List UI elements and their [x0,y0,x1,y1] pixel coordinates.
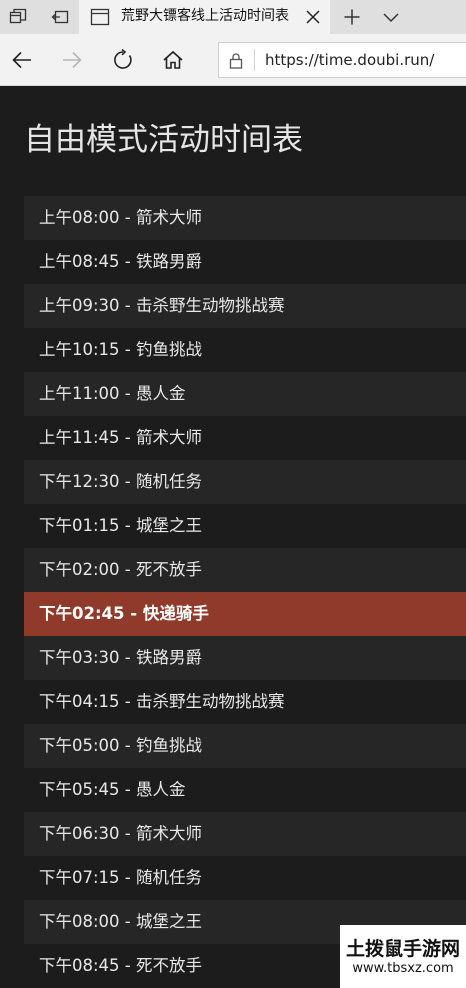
tab-bar: 荒野大镖客线上活动时间表 [0,0,466,34]
schedule-item: 下午05:45 - 愚人金 [24,768,466,812]
schedule-item: 上午08:00 - 箭术大师 [24,196,466,240]
schedule-item: 上午10:15 - 钓鱼挑战 [24,328,466,372]
schedule-item: 下午07:15 - 随机任务 [24,856,466,900]
back-arrow-icon[interactable] [4,42,40,78]
page-icon [90,7,110,31]
set-aside-tabs-icon[interactable] [42,0,78,34]
plus-icon[interactable] [334,0,370,34]
tab-actions-icon[interactable] [0,0,36,34]
chevron-down-icon[interactable] [373,0,409,34]
schedule-item: 下午02:00 - 死不放手 [24,548,466,592]
page-content: 自由模式活动时间表 上午08:00 - 箭术大师 上午08:45 - 铁路男爵 上午… [0,86,466,988]
address-bar[interactable]: https://time.doubi.run/ [218,42,466,78]
schedule-item: 下午03:30 - 铁路男爵 [24,636,466,680]
forward-arrow-icon[interactable] [54,42,90,78]
schedule-list: 上午08:00 - 箭术大师 上午08:45 - 铁路男爵 上午09:30 - 击杀… [24,196,466,988]
schedule-item: 上午11:45 - 箭术大师 [24,416,466,460]
address-divider [254,49,255,71]
schedule-item: 上午08:45 - 铁路男爵 [24,240,466,284]
site-watermark: 土拨鼠手游网 www.tbsxz.com [340,925,466,988]
schedule-item-current: 下午02:45 - 快递骑手 [24,592,466,636]
watermark-url: www.tbsxz.com [352,960,454,976]
schedule-item: 下午05:00 - 钓鱼挑战 [24,724,466,768]
page-title: 自由模式活动时间表 [24,122,303,158]
refresh-icon[interactable] [105,42,141,78]
schedule-item: 下午01:15 - 城堡之王 [24,504,466,548]
close-icon[interactable] [299,3,327,31]
schedule-item: 上午11:00 - 愚人金 [24,372,466,416]
tab-title: 荒野大镖客线上活动时间表 [121,8,289,24]
active-tab[interactable]: 荒野大镖客线上活动时间表 [79,0,330,34]
watermark-title: 土拨鼠手游网 [345,937,460,960]
home-icon[interactable] [155,42,191,78]
url-text[interactable]: https://time.doubi.run/ [265,50,434,70]
schedule-item: 上午09:30 - 击杀野生动物挑战赛 [24,284,466,328]
lock-icon[interactable] [229,52,243,73]
schedule-item: 下午06:30 - 箭术大师 [24,812,466,856]
schedule-item: 下午04:15 - 击杀野生动物挑战赛 [24,680,466,724]
schedule-item: 下午12:30 - 随机任务 [24,460,466,504]
navigation-bar: https://time.doubi.run/ [0,34,466,86]
